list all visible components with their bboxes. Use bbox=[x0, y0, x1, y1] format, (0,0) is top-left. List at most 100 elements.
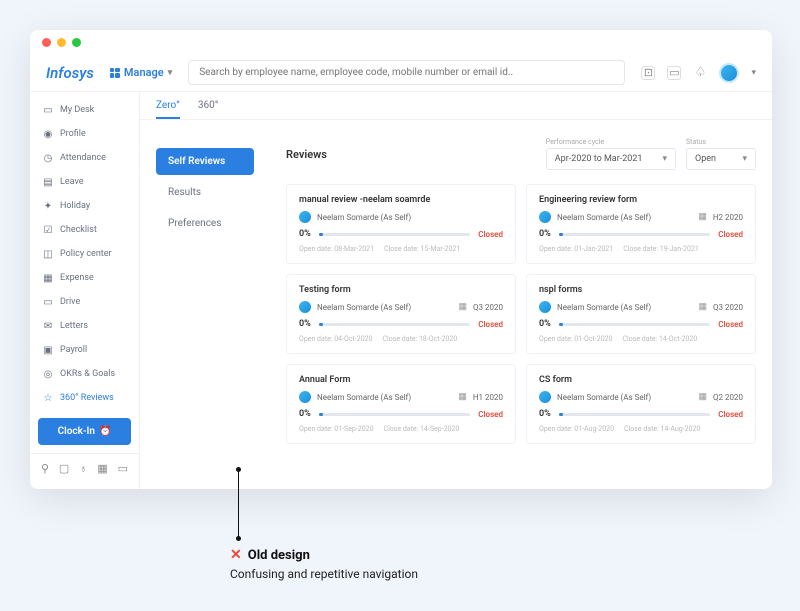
manage-dropdown[interactable]: Manage ▾ bbox=[110, 66, 172, 79]
close-date: Close date: 19-Jan-2021 bbox=[623, 245, 699, 253]
cycle-select[interactable]: Apr-2020 to Mar-2021▾ bbox=[546, 148, 676, 170]
percent: 0% bbox=[299, 409, 311, 419]
open-date: Open date: 04-Oct-2020 bbox=[299, 335, 373, 343]
period: H1 2020 bbox=[473, 393, 503, 402]
dates-row: Open date: 01-Oct-2020Close date: 14-Oct… bbox=[539, 335, 743, 343]
card-title: Annual Form bbox=[299, 375, 503, 385]
sidebar-icon: ◉ bbox=[42, 128, 54, 140]
progress-row: 0%Closed bbox=[539, 319, 743, 329]
percent: 0% bbox=[539, 229, 551, 239]
open-date: Open date: 01-Sep-2020 bbox=[299, 425, 374, 433]
sidebar-item-label: Holiday bbox=[60, 201, 90, 211]
avatar-chevron-icon: ▾ bbox=[751, 68, 756, 78]
sidebar-icon: ◎ bbox=[42, 368, 54, 380]
card-person-row: Neelam Somarde (As Self)▦H1 2020 bbox=[299, 391, 503, 403]
mac-titlebar bbox=[30, 30, 772, 54]
calendar-icon[interactable]: ▭ bbox=[118, 462, 128, 475]
status-badge: Closed bbox=[718, 410, 743, 419]
dates-row: Open date: 01-Jan-2021Close date: 19-Jan… bbox=[539, 245, 743, 253]
progress-bar bbox=[559, 233, 710, 236]
review-card[interactable]: manual review -neelam soamrde Neelam Soma… bbox=[286, 184, 516, 264]
review-card[interactable]: nspl formsNeelam Somarde (As Self)▦Q3 20… bbox=[526, 274, 756, 354]
person-name: Neelam Somarde (As Self) bbox=[317, 213, 411, 222]
progress-row: 0% Closed bbox=[299, 319, 503, 329]
chevron-down-icon: ▾ bbox=[742, 154, 747, 164]
close-dot[interactable] bbox=[42, 38, 51, 47]
period: H2 2020 bbox=[713, 213, 743, 222]
sidebar-item-label: Policy center bbox=[60, 249, 112, 259]
search-input[interactable] bbox=[188, 60, 625, 85]
content: Self Reviews Results Preferences Reviews… bbox=[140, 120, 772, 489]
status-badge: Closed bbox=[718, 230, 743, 239]
percent: 0% bbox=[299, 229, 311, 239]
status-badge: Closed bbox=[478, 230, 503, 239]
sidebar-item-letters[interactable]: ✉ Letters bbox=[30, 314, 139, 338]
sidebar-item-okrs-goals[interactable]: ◎OKRs & Goals bbox=[30, 362, 139, 386]
minimize-dot[interactable] bbox=[57, 38, 66, 47]
status-badge: Closed bbox=[478, 320, 503, 329]
subnav-self-reviews[interactable]: Self Reviews bbox=[156, 148, 254, 175]
sidebar-item-label: Leave bbox=[60, 177, 84, 187]
sidebar-item-holiday[interactable]: ✦Holiday bbox=[30, 194, 139, 218]
sidebar-item-profile[interactable]: ◉Profile bbox=[30, 122, 139, 146]
card-title: manual review -neelam soamrde bbox=[299, 195, 503, 205]
card-title: Engineering review form bbox=[539, 195, 743, 205]
percent: 0% bbox=[299, 319, 311, 329]
sidebar-item-attendance[interactable]: ◷Attendance bbox=[30, 146, 139, 170]
sidebar-item-my-desk[interactable]: ▭My Desk bbox=[30, 98, 139, 122]
tab-360[interactable]: 360° bbox=[198, 100, 219, 119]
camera-icon[interactable]: ⊡ bbox=[641, 66, 655, 80]
chevron-down-icon: ▾ bbox=[662, 154, 667, 164]
maximize-dot[interactable] bbox=[72, 38, 81, 47]
calendar-icon: ▦ bbox=[699, 302, 708, 312]
sidebar-item-expense[interactable]: ▦Expense bbox=[30, 266, 139, 290]
progress-row: 0%Closed bbox=[299, 409, 503, 419]
sidebar-item-payroll[interactable]: ▣Payroll bbox=[30, 338, 139, 362]
user-icon[interactable]: ⚲ bbox=[41, 462, 49, 475]
bottom-icons: ⚲ ▢ ♁ ▦ ▭ bbox=[30, 453, 139, 483]
review-card[interactable]: Engineering review formNeelam Somarde (A… bbox=[526, 184, 756, 264]
clockin-button[interactable]: Clock-In ⏰ bbox=[38, 418, 131, 445]
sidebar-icon: ✉ bbox=[42, 320, 54, 332]
subnav-preferences[interactable]: Preferences bbox=[156, 210, 254, 237]
sidebar-icon: ▦ bbox=[42, 272, 54, 284]
period: Q2 2020 bbox=[713, 393, 743, 402]
sidebar-icon: ▭ bbox=[42, 296, 54, 308]
cycle-label: Performance cycle bbox=[546, 138, 676, 146]
mail-icon[interactable]: ▭ bbox=[667, 66, 681, 80]
avatar[interactable] bbox=[719, 63, 739, 83]
doc-icon[interactable]: ▢ bbox=[59, 462, 69, 475]
sidebar-icon: ▤ bbox=[42, 176, 54, 188]
tab-zero[interactable]: Zero° bbox=[156, 100, 180, 119]
status-badge: Closed bbox=[718, 320, 743, 329]
calendar-icon: ▦ bbox=[459, 302, 468, 312]
sidebar-item-checklist[interactable]: ☑Checklist bbox=[30, 218, 139, 242]
review-card[interactable]: CS formNeelam Somarde (As Self)▦Q2 20200… bbox=[526, 364, 756, 444]
bell-icon[interactable]: ♤ bbox=[693, 66, 707, 80]
close-date: Close date: 14-Aug-2020 bbox=[624, 425, 700, 433]
progress-row: 0% Closed bbox=[539, 229, 743, 239]
subnav-results[interactable]: Results bbox=[156, 179, 254, 206]
app-window: Infosys Manage ▾ ⊡ ▭ ♤ ▾ ▭My Desk◉Profil… bbox=[30, 30, 772, 489]
sidebar-item-label: Checklist bbox=[60, 225, 97, 235]
topbar: Infosys Manage ▾ ⊡ ▭ ♤ ▾ bbox=[30, 54, 772, 92]
grid-icon[interactable]: ▦ bbox=[97, 462, 107, 475]
card-person-row: Neelam Somarde (As Self)▦Q2 2020 bbox=[539, 391, 743, 403]
sidebar-item-label: Payroll bbox=[60, 345, 87, 355]
review-card[interactable]: Testing formNeelam Somarde (As Self)▦Q3 … bbox=[286, 274, 516, 354]
sidebar-icon: ▭ bbox=[42, 104, 54, 116]
status-select[interactable]: Open▾ bbox=[686, 148, 756, 170]
person-avatar bbox=[299, 391, 311, 403]
orgchart-icon[interactable]: ♁ bbox=[79, 462, 87, 475]
calendar-icon: ▦ bbox=[458, 392, 467, 402]
sidebar-item-leave[interactable]: ▤ Leave bbox=[30, 170, 139, 194]
person-avatar bbox=[299, 211, 311, 223]
sidebar-item-label: Letters bbox=[60, 321, 88, 331]
sidebar-item-360-reviews[interactable]: ☆360° Reviews bbox=[30, 386, 139, 410]
person-avatar bbox=[299, 301, 311, 313]
sidebar-item-drive[interactable]: ▭Drive bbox=[30, 290, 139, 314]
sidebar-item-policy-center[interactable]: ◫Policy center bbox=[30, 242, 139, 266]
apps-icon bbox=[110, 68, 120, 78]
manage-label: Manage bbox=[124, 66, 164, 79]
review-card[interactable]: Annual FormNeelam Somarde (As Self)▦H1 2… bbox=[286, 364, 516, 444]
